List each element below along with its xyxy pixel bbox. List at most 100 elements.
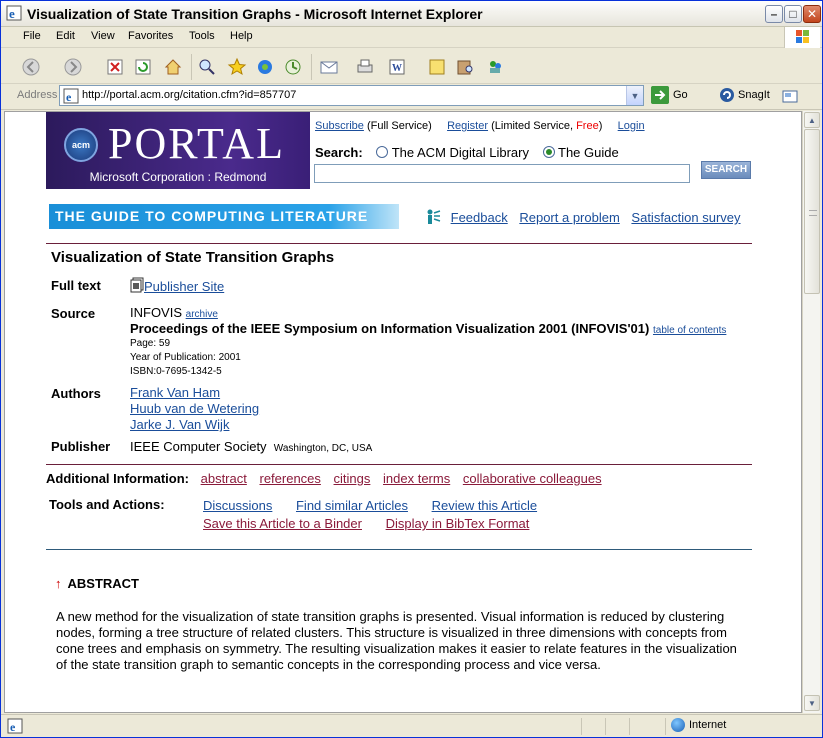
research-icon[interactable] [455,57,475,77]
globe-icon [671,718,685,732]
subscribe-link[interactable]: Subscribe [315,120,364,132]
media-icon[interactable] [255,57,275,77]
scroll-up-icon[interactable]: ▲ [804,112,820,128]
go-arrow-icon [651,86,669,104]
table-of-contents-link[interactable]: table of contents [653,325,726,336]
vertical-scrollbar[interactable]: ▲ ▼ [802,111,820,713]
discussions-link[interactable]: Discussions [203,498,272,513]
free-label: Free [576,120,599,132]
report-problem-link[interactable]: Report a problem [519,210,619,225]
option-digital-library: The ACM Digital Library [391,145,529,160]
collaborative-colleagues-link[interactable]: collaborative colleagues [463,471,602,486]
review-article-link[interactable]: Review this Article [432,498,537,513]
publisher-site-icon [130,277,144,293]
menu-view[interactable]: View [91,30,115,42]
menu-tools[interactable]: Tools [189,30,215,42]
toolbar: W [1,49,822,84]
stop-icon[interactable] [105,57,125,77]
register-link[interactable]: Register [447,120,488,132]
print-icon[interactable] [355,57,375,77]
radio-the-guide[interactable] [542,146,555,158]
browser-window: e Visualization of State Transition Grap… [0,0,823,738]
feedback-person-icon [427,209,441,224]
menu-file[interactable]: File [23,30,41,42]
maximize-button[interactable]: □ [784,5,802,23]
find-similar-link[interactable]: Find similar Articles [296,498,408,513]
up-arrow-icon[interactable]: ↑ [55,576,62,591]
svg-text:e: e [66,90,72,104]
search-button[interactable]: SEARCH [701,161,751,179]
author-link[interactable]: Frank Van Ham [130,385,220,400]
scrollbar-thumb[interactable] [804,129,820,294]
abstract-heading-text: ABSTRACT [67,576,140,591]
messenger-icon[interactable] [485,57,505,77]
source-name-line: INFOVIS archive [130,305,218,320]
save-to-binder-link[interactable]: Save this Article to a Binder [203,516,362,531]
feedback-link[interactable]: Feedback [451,210,508,225]
scroll-down-icon[interactable]: ▼ [804,695,820,711]
publisher-name: IEEE Computer Society [130,439,267,454]
portal-logo-banner[interactable]: acm PORTAL Microsoft Corporation : Redmo… [46,112,310,189]
divider [46,243,752,244]
proceedings-title: Proceedings of the IEEE Symposium on Inf… [130,321,650,336]
register-note: (Limited Service, [491,120,574,132]
snagit-capture-icon[interactable] [781,87,799,105]
institution-name: Microsoft Corporation : Redmond [89,170,267,184]
grip-icon [809,210,817,216]
address-input[interactable]: e http://portal.acm.org/citation.cfm?id=… [59,85,644,106]
maximize-icon: □ [789,7,797,21]
mail-icon[interactable] [319,57,339,77]
additional-info-label: Additional Information: [46,471,189,486]
publisher-location: Washington, DC, USA [273,443,373,454]
forward-icon[interactable] [63,57,83,77]
abstract-link[interactable]: abstract [201,471,247,486]
toolbar-separator [191,54,192,80]
author-link[interactable]: Huub van de Wetering [130,401,259,416]
address-url: http://portal.acm.org/citation.cfm?id=85… [82,89,297,101]
menu-help[interactable]: Help [230,30,253,42]
search-input[interactable] [314,164,690,183]
source-name: INFOVIS [130,305,183,320]
history-icon[interactable] [283,57,303,77]
favorites-star-icon[interactable] [227,57,247,77]
status-divider [629,718,630,735]
tools-links-secondary: Save this Article to a Binder Display in… [203,516,549,531]
security-zone: Internet [671,718,811,735]
source-label: Source [51,306,96,321]
bibtex-link[interactable]: Display in BibTex Format [386,516,530,531]
citings-link[interactable]: citings [334,471,371,486]
author-link: Huub van de Wetering [130,401,259,416]
close-button[interactable]: ✕ [803,5,821,23]
article-title: Visualization of State Transition Graphs [51,249,335,266]
discuss-note-icon[interactable] [427,57,447,77]
login-link[interactable]: Login [618,120,645,132]
refresh-icon[interactable] [133,57,153,77]
address-dropdown-icon[interactable]: ▼ [626,86,643,105]
radio-digital-library[interactable] [376,146,389,158]
snagit-button[interactable]: SnagIt [719,86,789,105]
page-viewport[interactable]: acm PORTAL Microsoft Corporation : Redmo… [4,111,802,713]
archive-link[interactable]: archive [186,309,218,320]
references-link[interactable]: references [259,471,320,486]
publication-year: Year of Publication: 2001 [130,352,241,363]
minimize-button[interactable]: – [765,5,783,23]
index-terms-link[interactable]: index terms [383,471,450,486]
guide-banner: THE GUIDE TO COMPUTING LITERATURE [49,204,399,229]
search-scope: Search: The ACM Digital Library The Guid… [315,145,619,160]
back-icon[interactable] [21,57,41,77]
menu-favorites[interactable]: Favorites [128,30,173,42]
author-link: Frank Van Ham [130,385,220,400]
home-icon[interactable] [163,57,183,77]
satisfaction-survey-link[interactable]: Satisfaction survey [631,210,740,225]
portal-logo-text: PORTAL [108,119,285,168]
author-link[interactable]: Jarke J. Van Wijk [130,417,229,432]
search-icon[interactable] [197,57,217,77]
menu-edit[interactable]: Edit [56,30,75,42]
publisher-site-link[interactable]: Publisher Site [144,279,224,294]
windows-logo-icon [784,27,820,48]
title-bar[interactable]: e Visualization of State Transition Grap… [1,1,822,27]
go-button[interactable]: Go [651,86,697,105]
edit-word-icon[interactable]: W [387,57,407,77]
fulltext-label: Full text [51,278,101,293]
tools-links: Discussions Find similar Articles Review… [203,498,557,513]
